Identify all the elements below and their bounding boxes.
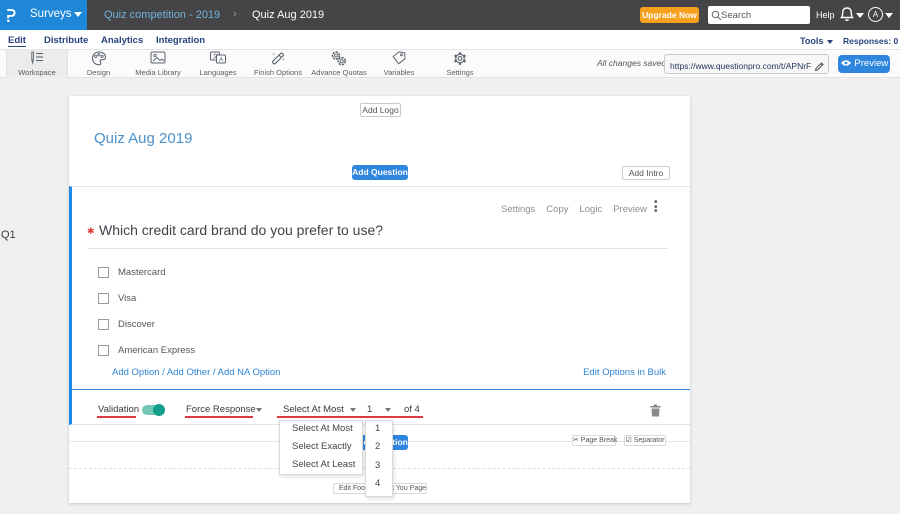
svg-text:A: A <box>219 57 224 64</box>
